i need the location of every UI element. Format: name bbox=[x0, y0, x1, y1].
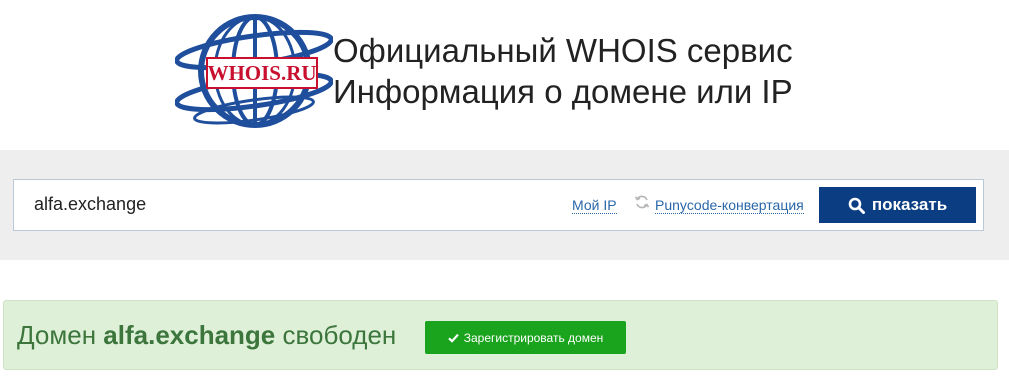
register-domain-button[interactable]: Зарегистрировать домен bbox=[425, 321, 626, 354]
result-alert: Домен alfa.exchange свободен Зарегистрир… bbox=[3, 300, 998, 370]
site-title: Официальный WHOIS сервис Информация о до… bbox=[333, 30, 793, 112]
whois-logo[interactable]: WHOIS.RU bbox=[175, 8, 333, 134]
result-prefix: Домен bbox=[17, 320, 97, 350]
search-input[interactable]: alfa.exchange bbox=[34, 194, 146, 215]
result-status: свободен bbox=[282, 320, 397, 350]
show-button-label: показать bbox=[871, 195, 948, 214]
title-line-2: Информация о домене или IP bbox=[333, 73, 793, 110]
show-button[interactable]: показать bbox=[819, 187, 976, 223]
logo-text: WHOIS.RU bbox=[207, 61, 316, 85]
search-field[interactable]: alfa.exchange Мой IP Punycode-конвертаци… bbox=[13, 179, 984, 231]
title-line-1: Официальный WHOIS сервис bbox=[333, 32, 793, 69]
check-icon bbox=[447, 333, 459, 343]
register-button-label: Зарегистрировать домен bbox=[463, 330, 604, 345]
site-header: WHOIS.RU Официальный WHOIS сервис Информ… bbox=[0, 0, 1009, 150]
result-message: Домен alfa.exchange свободен bbox=[17, 319, 396, 351]
search-section: alfa.exchange Мой IP Punycode-конвертаци… bbox=[0, 150, 1009, 260]
my-ip-link[interactable]: Мой IP bbox=[572, 197, 617, 214]
refresh-icon[interactable] bbox=[634, 194, 650, 210]
result-domain: alfa.exchange bbox=[103, 320, 276, 350]
punycode-link[interactable]: Punycode-конвертация bbox=[655, 197, 804, 214]
search-icon bbox=[848, 197, 865, 214]
